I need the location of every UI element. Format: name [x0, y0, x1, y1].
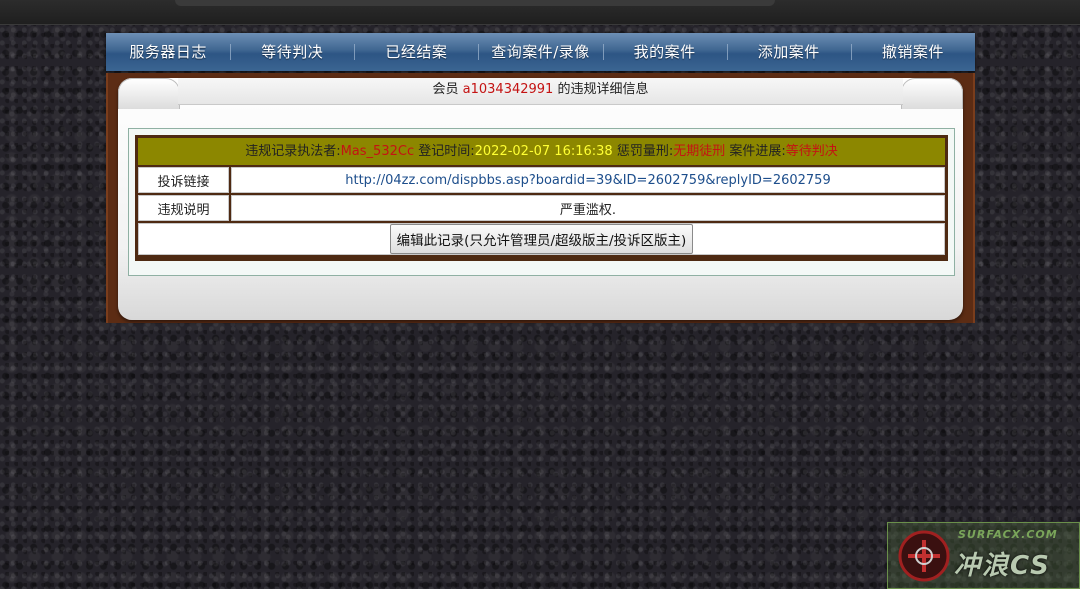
detail-panel: 会员 a1034342991 的违规详细信息 违规记录执法者:Mas_532Cc…	[118, 78, 963, 320]
executor-name: Mas_532Cc	[340, 144, 415, 159]
record-container: 违规记录执法者:Mas_532Cc 登记时间:2022-02-07 16:16:…	[128, 128, 955, 276]
complaint-link-row: 投诉链接 http://04zz.com/dispbbs.asp?boardid…	[138, 167, 945, 193]
edit-row: 编辑此记录(只允许管理员/超级版主/投诉区版主)	[138, 223, 945, 255]
panel-corner-left	[118, 78, 180, 109]
panel-corner-right	[901, 78, 963, 109]
page-title: 会员 a1034342991 的违规详细信息	[178, 78, 903, 105]
cs-emblem-icon	[898, 530, 950, 582]
penalty-value: 无期徒刑	[673, 144, 726, 159]
top-bar-tab	[175, 0, 775, 6]
register-time: 2022-02-07 16:16:38	[474, 144, 613, 159]
title-suffix: 的违规详细信息	[557, 82, 649, 97]
watermark-url: SURFACX.COM	[958, 528, 1058, 541]
violation-desc-label: 违规说明	[138, 195, 229, 221]
main-nav: 服务器日志 等待判决 已经结案 查询案件/录像 我的案件 添加案件 撤销案件	[106, 33, 975, 71]
nav-revoke-case[interactable]: 撤销案件	[850, 33, 975, 71]
title-prefix: 会员	[432, 82, 459, 97]
time-label: 登记时间:	[418, 144, 475, 159]
watermark-logo: SURFACX.COM 冲浪CS	[887, 522, 1080, 589]
member-id: a1034342991	[462, 82, 554, 97]
complaint-link[interactable]: http://04zz.com/dispbbs.asp?boardid=39&I…	[231, 167, 945, 193]
edit-record-button[interactable]: 编辑此记录(只允许管理员/超级版主/投诉区版主)	[389, 224, 694, 254]
violation-record-table: 违规记录执法者:Mas_532Cc 登记时间:2022-02-07 16:16:…	[135, 135, 948, 261]
nav-my-cases[interactable]: 我的案件	[602, 33, 727, 71]
nav-closed-cases[interactable]: 已经结案	[354, 33, 478, 71]
edit-cell: 编辑此记录(只允许管理员/超级版主/投诉区版主)	[138, 223, 945, 255]
nav-search-cases[interactable]: 查询案件/录像	[478, 33, 602, 71]
executor-label: 违规记录执法者:	[245, 144, 341, 159]
record-header-row: 违规记录执法者:Mas_532Cc 登记时间:2022-02-07 16:16:…	[138, 138, 945, 165]
complaint-link-label: 投诉链接	[138, 167, 229, 193]
progress-label: 案件进展:	[729, 144, 786, 159]
nav-awaiting-judgment[interactable]: 等待判决	[230, 33, 354, 71]
nav-add-case[interactable]: 添加案件	[726, 33, 851, 71]
violation-desc-value: 严重滥权.	[231, 195, 945, 221]
browser-top-bar	[0, 0, 1080, 25]
watermark-name: 冲浪CS	[954, 551, 1051, 581]
nav-server-log[interactable]: 服务器日志	[106, 33, 230, 71]
penalty-label: 惩罚量刑:	[616, 144, 674, 159]
progress-value: 等待判决	[785, 144, 838, 159]
violation-desc-row: 违规说明 严重滥权.	[138, 195, 945, 221]
